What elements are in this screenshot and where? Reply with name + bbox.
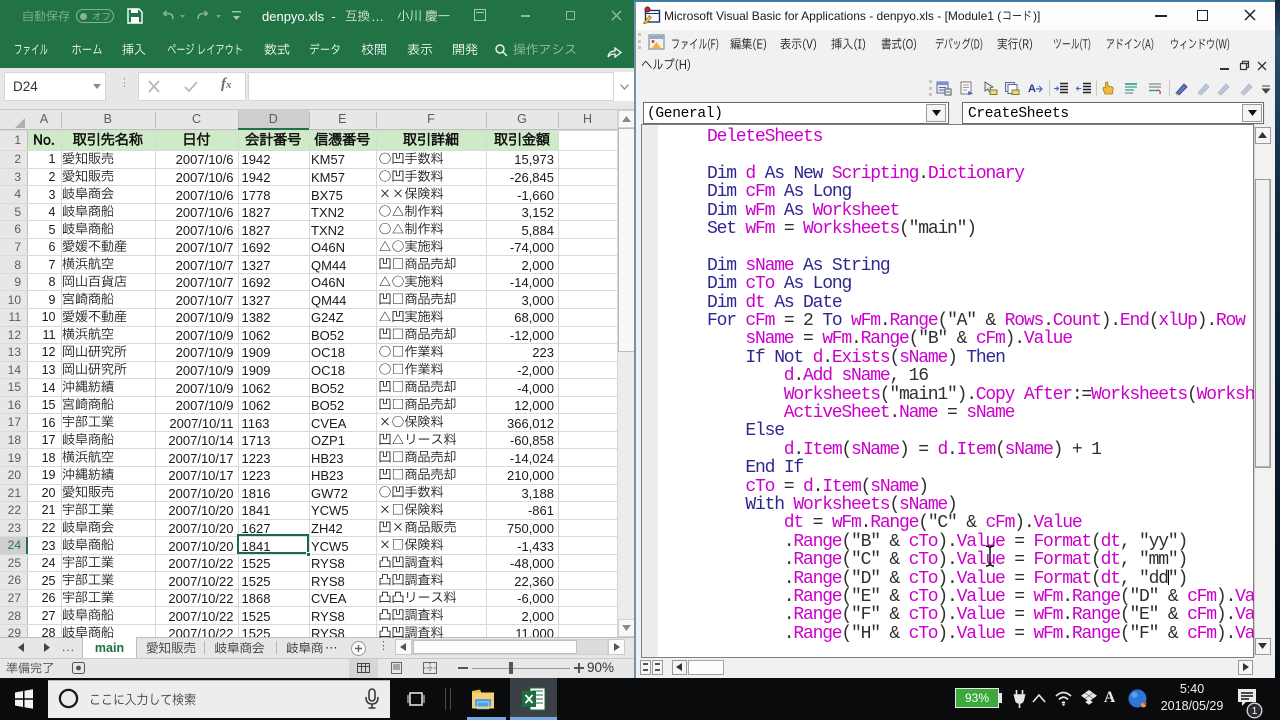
svg-text:1: 1 xyxy=(1252,706,1258,717)
svg-text:A: A xyxy=(1028,83,1036,95)
